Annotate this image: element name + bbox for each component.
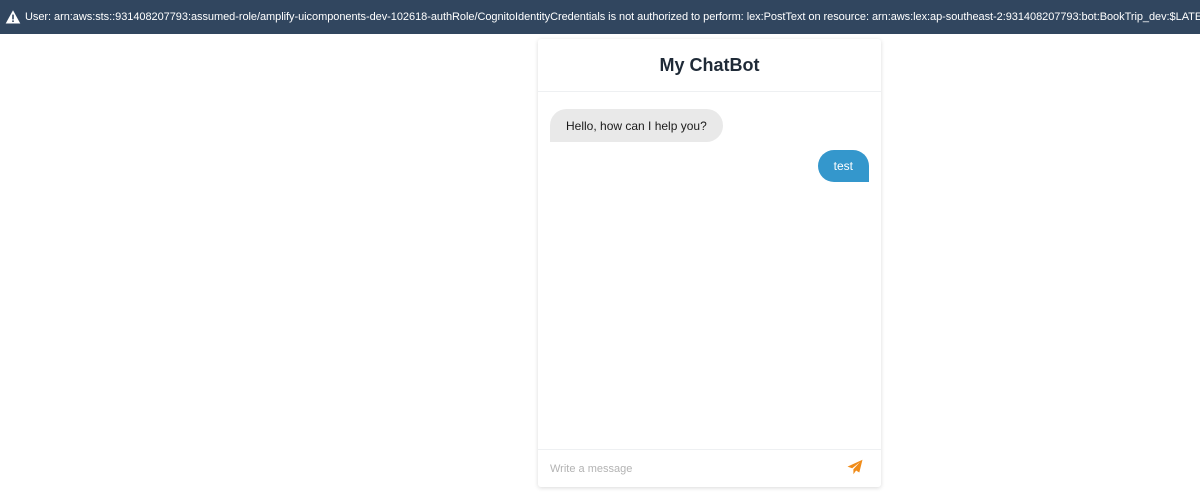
chat-header: My ChatBot [538, 39, 881, 92]
error-message: User: arn:aws:sts::931408207793:assumed-… [25, 11, 1200, 23]
user-message-bubble: test [817, 150, 869, 182]
message-input[interactable] [538, 453, 839, 484]
send-button[interactable] [839, 454, 871, 484]
message-composer [538, 449, 881, 487]
paper-plane-icon [847, 459, 863, 478]
message-list: Hello, how can I help you? test [538, 92, 881, 449]
bot-message-bubble: Hello, how can I help you? [550, 109, 723, 142]
chat-title: My ChatBot [659, 54, 760, 75]
error-banner: User: arn:aws:sts::931408207793:assumed-… [0, 0, 1200, 34]
chatbot-panel: My ChatBot Hello, how can I help you? te… [538, 39, 881, 487]
warning-triangle-icon [5, 9, 21, 25]
